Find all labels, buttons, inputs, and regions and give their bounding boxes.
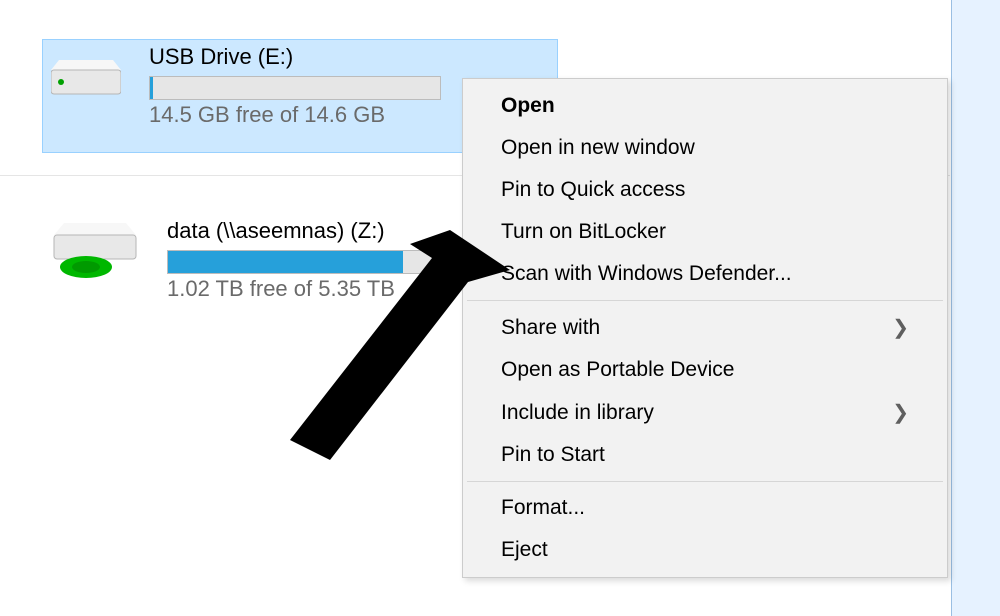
menu-open-portable[interactable]: Open as Portable Device bbox=[465, 349, 945, 391]
storage-bar-fill bbox=[168, 251, 403, 273]
usb-drive-icon bbox=[51, 50, 121, 98]
menu-separator bbox=[467, 300, 943, 301]
menu-scan-defender[interactable]: Scan with Windows Defender... bbox=[465, 253, 945, 295]
storage-bar bbox=[167, 250, 459, 274]
menu-share-with[interactable]: Share with ❯ bbox=[465, 306, 945, 349]
menu-separator bbox=[467, 481, 943, 482]
storage-bar-fill bbox=[150, 77, 153, 99]
menu-pin-to-start[interactable]: Pin to Start bbox=[465, 434, 945, 476]
drive-freespace: 1.02 TB free of 5.35 TB bbox=[167, 276, 459, 302]
drive-freespace: 14.5 GB free of 14.6 GB bbox=[149, 102, 441, 128]
menu-open[interactable]: Open bbox=[465, 85, 945, 127]
chevron-right-icon: ❯ bbox=[892, 400, 909, 425]
menu-pin-quick-access[interactable]: Pin to Quick access bbox=[465, 169, 945, 211]
network-drive-icon bbox=[50, 215, 140, 281]
menu-format[interactable]: Format... bbox=[465, 487, 945, 529]
storage-bar bbox=[149, 76, 441, 100]
menu-turn-on-bitlocker[interactable]: Turn on BitLocker bbox=[465, 211, 945, 253]
menu-open-new-window[interactable]: Open in new window bbox=[465, 127, 945, 169]
drive-name: USB Drive (E:) bbox=[149, 44, 441, 70]
menu-eject[interactable]: Eject bbox=[465, 529, 945, 571]
chevron-right-icon: ❯ bbox=[892, 315, 909, 340]
context-menu: Open Open in new window Pin to Quick acc… bbox=[462, 78, 948, 578]
drive-name: data (\\aseemnas) (Z:) bbox=[167, 218, 459, 244]
right-panel-strip bbox=[951, 0, 1000, 616]
menu-include-library[interactable]: Include in library ❯ bbox=[465, 391, 945, 434]
